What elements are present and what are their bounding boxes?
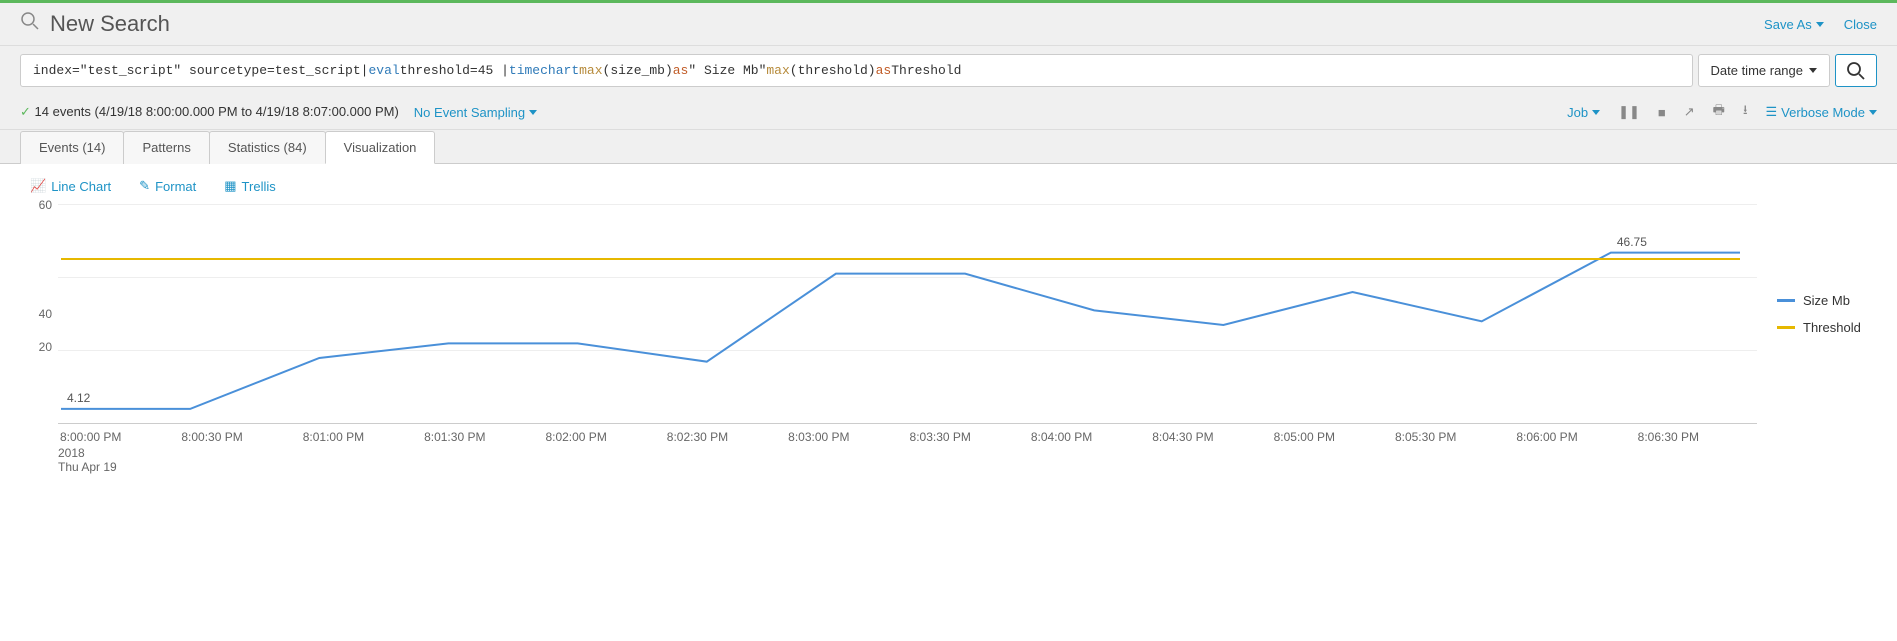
x-axis: 8:00:00 PM8:00:30 PM8:01:00 PM8:01:30 PM…: [58, 430, 1757, 444]
x-tick: 8:01:30 PM: [422, 430, 543, 444]
pencil-icon: ✎: [139, 178, 150, 194]
x-axis-sub: 2018 Thu Apr 19: [58, 446, 1867, 474]
y-tick: 20: [39, 340, 52, 354]
chart-type-button[interactable]: 📈Line Chart: [30, 178, 111, 194]
chevron-down-icon: [1809, 68, 1817, 73]
chevron-down-icon: [1816, 22, 1824, 27]
x-tick: 8:05:30 PM: [1393, 430, 1514, 444]
x-tick: 8:04:00 PM: [1029, 430, 1150, 444]
line-chart-icon: 📈: [30, 178, 46, 194]
plot-area[interactable]: 4.12 46.75: [58, 204, 1757, 424]
page-title-wrap: New Search: [20, 11, 1764, 37]
search-bar-row: index="test_script" sourcetype=test_scri…: [0, 46, 1897, 95]
chevron-down-icon: [1592, 110, 1600, 115]
chart-lines: [58, 204, 1757, 423]
time-range-picker[interactable]: Date time range: [1698, 54, 1831, 87]
x-tick: 8:06:30 PM: [1636, 430, 1757, 444]
x-tick: 8:03:00 PM: [786, 430, 907, 444]
tab-events[interactable]: Events (14): [20, 131, 124, 164]
x-tick: 8:03:30 PM: [908, 430, 1029, 444]
y-axis: 60 40 20: [30, 204, 58, 424]
header: New Search Save As Close: [0, 3, 1897, 46]
check-icon: ✓: [20, 104, 31, 119]
chevron-down-icon: [1869, 110, 1877, 115]
page-title: New Search: [50, 11, 170, 37]
y-tick: 40: [39, 307, 52, 321]
stop-icon[interactable]: ■: [1658, 105, 1666, 120]
x-tick: 8:06:00 PM: [1514, 430, 1635, 444]
tabs: Events (14) Patterns Statistics (84) Vis…: [0, 130, 1897, 164]
download-icon[interactable]: ⭳: [1743, 101, 1748, 123]
visualization-toolbar: 📈Line Chart ✎Format ▦Trellis: [0, 164, 1897, 204]
save-as-button[interactable]: Save As: [1764, 17, 1824, 32]
legend-item-threshold[interactable]: Threshold: [1777, 320, 1867, 335]
share-icon[interactable]: ↗: [1684, 104, 1695, 120]
legend: Size Mb Threshold: [1757, 204, 1867, 424]
search-icon: [1846, 61, 1866, 81]
data-label: 4.12: [67, 391, 90, 405]
chart: 60 40 20 4.12 46.75 Size Mb Threshold 8:0…: [0, 204, 1897, 504]
status-summary: ✓ 14 events (4/19/18 8:00:00.000 PM to 4…: [20, 104, 399, 120]
pause-icon[interactable]: ❚❚: [1618, 104, 1640, 120]
chevron-down-icon: [529, 110, 537, 115]
data-label: 46.75: [1617, 235, 1647, 249]
trellis-button[interactable]: ▦Trellis: [224, 178, 275, 194]
header-actions: Save As Close: [1764, 17, 1877, 32]
spl-input[interactable]: index="test_script" sourcetype=test_scri…: [20, 54, 1693, 87]
x-tick: 8:05:00 PM: [1272, 430, 1393, 444]
x-tick: 8:02:30 PM: [665, 430, 786, 444]
job-dropdown[interactable]: Job: [1567, 105, 1600, 120]
tab-visualization[interactable]: Visualization: [325, 131, 436, 164]
sampling-dropdown[interactable]: No Event Sampling: [414, 105, 537, 120]
run-search-button[interactable]: [1835, 54, 1877, 87]
x-tick: 8:02:00 PM: [543, 430, 664, 444]
tab-patterns[interactable]: Patterns: [123, 131, 209, 164]
x-tick: 8:00:00 PM: [58, 430, 179, 444]
format-button[interactable]: ✎Format: [139, 178, 196, 194]
list-icon: ☰: [1766, 104, 1778, 120]
x-tick: 8:04:30 PM: [1150, 430, 1271, 444]
y-tick: 60: [39, 198, 52, 212]
status-bar: ✓ 14 events (4/19/18 8:00:00.000 PM to 4…: [0, 95, 1897, 130]
grid-icon: ▦: [224, 178, 236, 194]
x-tick: 8:01:00 PM: [301, 430, 422, 444]
search-icon: [20, 11, 40, 37]
x-tick: 8:00:30 PM: [179, 430, 300, 444]
close-button[interactable]: Close: [1844, 17, 1877, 32]
print-icon[interactable]: 🖶: [1713, 101, 1725, 123]
search-mode-dropdown[interactable]: ☰ Verbose Mode: [1766, 104, 1878, 120]
legend-item-size[interactable]: Size Mb: [1777, 293, 1867, 308]
tab-statistics[interactable]: Statistics (84): [209, 131, 326, 164]
